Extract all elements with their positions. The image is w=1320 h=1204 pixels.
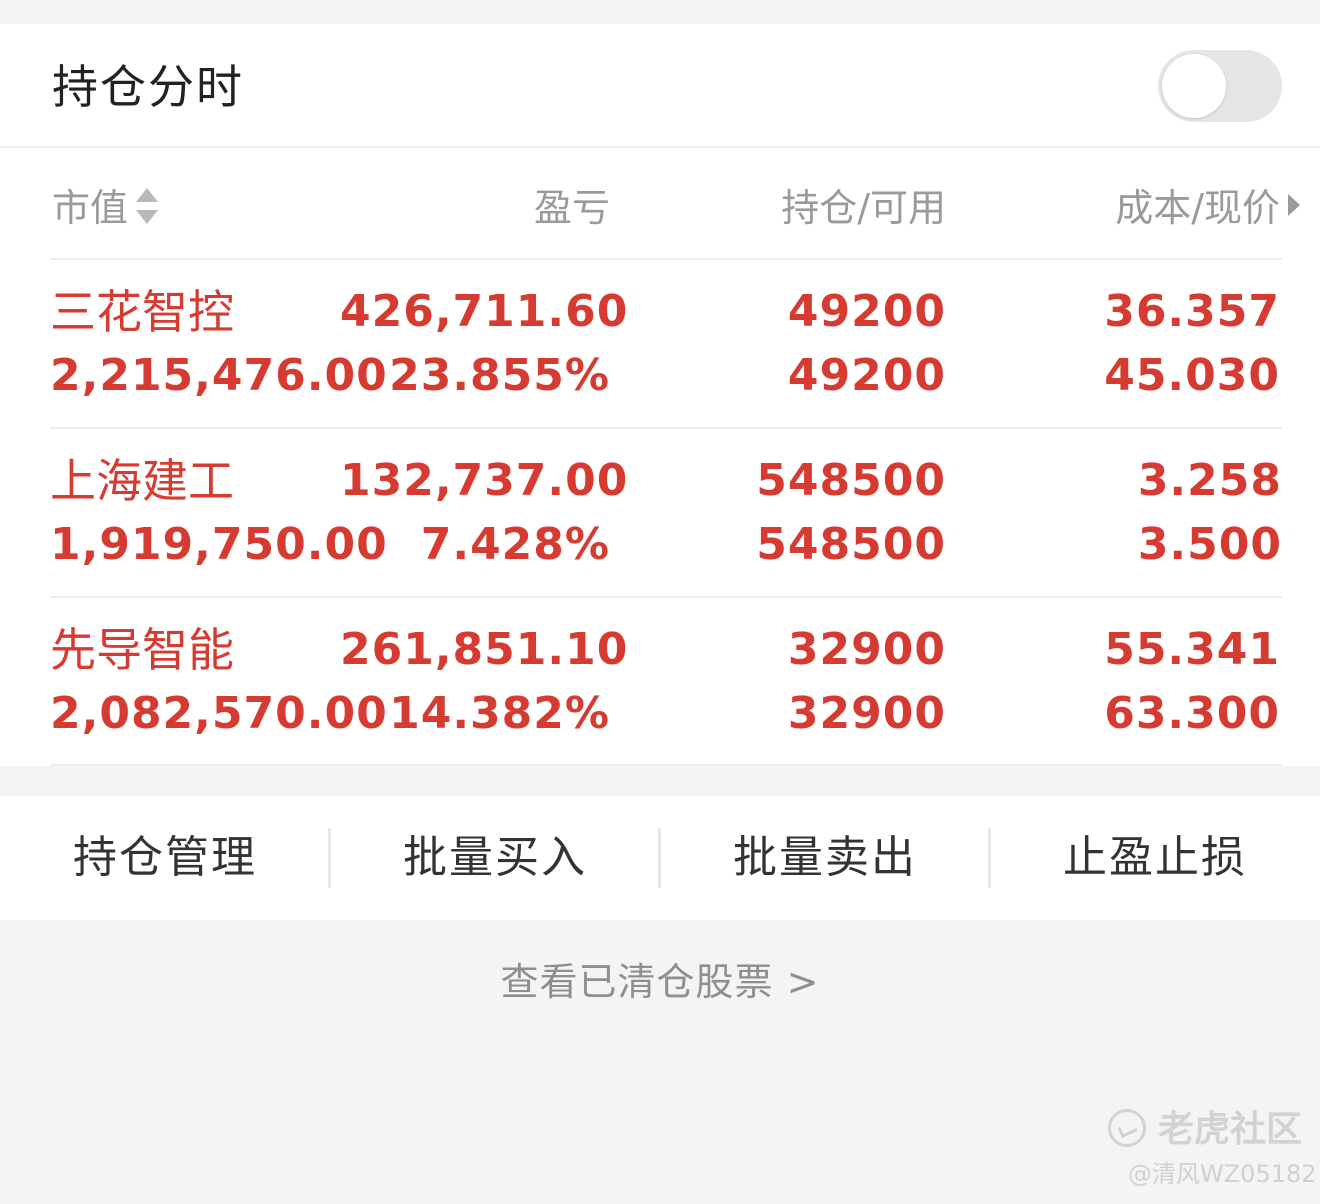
divider (50, 427, 1282, 429)
pnl-amount: 261,851.10 (340, 624, 629, 675)
divider (50, 596, 1282, 598)
stop-profit-loss-button[interactable]: 止盈止损 (990, 796, 1320, 920)
available-qty: 49200 (787, 350, 946, 401)
market-value: 2,215,476.00 (50, 350, 388, 401)
holdings-card: 持仓分时 市值 盈亏 持仓/可用 成本/现价 三花智控 2,215,476.00… (0, 24, 1320, 766)
header-bar: 持仓分时 (0, 24, 1320, 148)
stock-name: 三花智控 (50, 285, 234, 339)
view-cleared-stocks-link[interactable]: 查看已清仓股票 > (0, 954, 1320, 1010)
market-value: 2,082,570.00 (50, 688, 388, 739)
stock-name: 上海建工 (50, 454, 234, 508)
action-bar: 持仓管理 批量买入 批量卖出 止盈止损 (0, 796, 1320, 920)
batch-buy-button[interactable]: 批量买入 (330, 796, 660, 920)
divider (50, 764, 1282, 766)
watermark: 老虎社区 (1108, 1106, 1302, 1154)
market-value: 1,919,750.00 (50, 519, 388, 570)
pnl-amount: 132,737.00 (340, 455, 629, 506)
sort-icon[interactable] (136, 187, 159, 228)
current-price: 3.500 (1137, 519, 1282, 570)
pnl-percent: 23.855% (389, 350, 610, 401)
toggle-knob (1162, 54, 1226, 118)
divider (50, 258, 1282, 260)
pnl-amount: 426,711.60 (340, 286, 629, 337)
pnl-percent: 7.428% (420, 519, 610, 570)
available-qty: 548500 (756, 519, 946, 570)
pnl-percent: 14.382% (389, 688, 610, 739)
current-price: 45.030 (1104, 350, 1280, 401)
page-title: 持仓分时 (52, 60, 244, 114)
column-header-cost-price: 成本/现价 (1115, 186, 1280, 230)
available-qty: 32900 (787, 688, 946, 739)
intraday-toggle[interactable] (1158, 50, 1282, 122)
position-qty: 32900 (787, 624, 946, 675)
current-price: 63.300 (1104, 688, 1280, 739)
column-header-position: 持仓/可用 (781, 186, 946, 230)
cost-price: 55.341 (1104, 624, 1280, 675)
manage-positions-button[interactable]: 持仓管理 (0, 796, 330, 920)
watermark-user: @清风WZ05182 (1128, 1160, 1317, 1188)
position-qty: 548500 (756, 455, 946, 506)
position-qty: 49200 (787, 286, 946, 337)
cost-price: 3.258 (1137, 455, 1282, 506)
watermark-brand: 老虎社区 (1158, 1109, 1303, 1150)
column-header-market-value[interactable]: 市值 (52, 180, 159, 236)
stock-name: 先导智能 (50, 623, 234, 677)
batch-sell-button[interactable]: 批量卖出 (660, 796, 990, 920)
cost-price: 36.357 (1104, 286, 1280, 337)
column-header-market-value-label: 市值 (52, 186, 129, 230)
column-header-profit-loss: 盈亏 (533, 186, 610, 230)
tiger-logo-icon (1108, 1109, 1146, 1147)
chevron-right-icon[interactable] (1288, 194, 1300, 216)
